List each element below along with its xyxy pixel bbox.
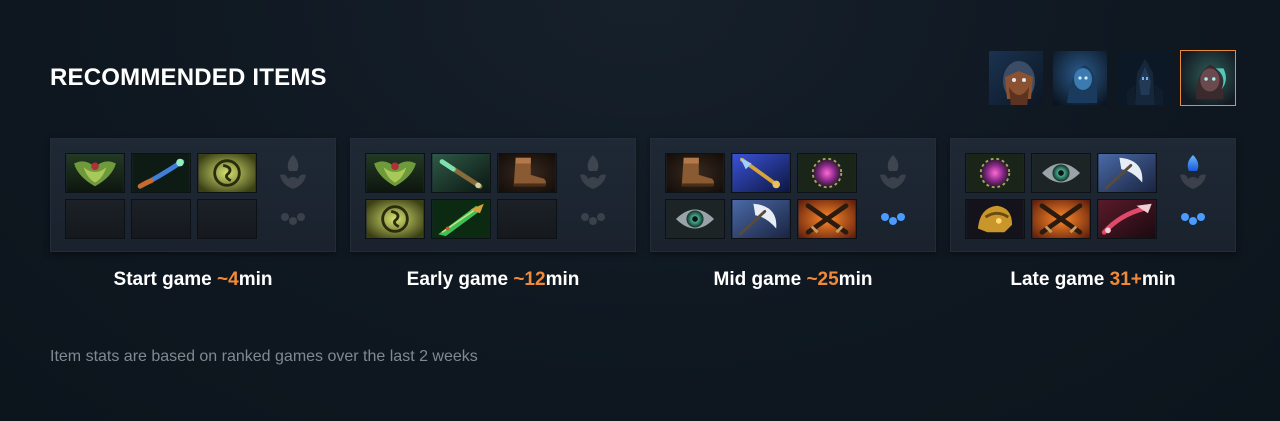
item-build-card [950, 138, 1236, 252]
build-phase: Start game ~4min [50, 138, 336, 291]
phase-time: 31+ [1109, 269, 1142, 290]
item-build-card [50, 138, 336, 252]
item-grid [365, 153, 557, 239]
neutral-tier-dots-icon [1173, 199, 1213, 239]
white-axe-icon[interactable] [731, 199, 791, 239]
hero-selector [988, 50, 1236, 106]
phase-time: ~25 [806, 269, 839, 290]
phase-label: Start game ~4min [50, 269, 336, 291]
hero-portrait-spectral-icon [1181, 51, 1235, 105]
phase-label: Early game ~12min [350, 269, 636, 291]
phase-unit: min [238, 269, 273, 290]
neutral-token-icon [1173, 153, 1213, 193]
white-axe-icon[interactable] [1097, 153, 1157, 193]
build-phase: Late game 31+min [950, 138, 1236, 291]
neutral-tier-dots-icon [873, 199, 913, 239]
phase-name: Late game [1010, 269, 1110, 290]
neutral-item-slots [873, 153, 913, 245]
empty-item-slot [131, 199, 191, 239]
empty-item-slot [497, 199, 557, 239]
neutral-tier-dots-icon [273, 199, 313, 239]
boots-icon[interactable] [497, 153, 557, 193]
green-crest-icon[interactable] [365, 153, 425, 193]
green-wand-icon[interactable] [431, 153, 491, 193]
hero-portrait-dark-icon [1117, 51, 1171, 105]
build-phase: Early game ~12min [350, 138, 636, 291]
phase-unit: min [545, 269, 580, 290]
purple-orb-icon[interactable] [797, 153, 857, 193]
blue-scepter-icon[interactable] [731, 153, 791, 193]
phase-time: ~4 [217, 269, 239, 290]
neutral-token-icon [273, 153, 313, 193]
phase-name: Mid game [713, 269, 807, 290]
crossed-swords-icon[interactable] [1031, 199, 1091, 239]
item-grid [65, 153, 257, 239]
hero-portrait-blue-icon [1053, 51, 1107, 105]
item-build-card [650, 138, 936, 252]
gold-ring-icon[interactable] [365, 199, 425, 239]
neutral-item-slots [573, 153, 613, 245]
hero-tab-3[interactable] [1116, 50, 1172, 106]
green-crest-icon[interactable] [65, 153, 125, 193]
section-title: RECOMMENDED ITEMS [50, 64, 327, 91]
boots-icon[interactable] [665, 153, 725, 193]
purple-orb-icon[interactable] [965, 153, 1025, 193]
build-phases: Start game ~4min Early game ~12min Mid gam… [50, 138, 1236, 291]
gold-ring-icon[interactable] [197, 153, 257, 193]
phase-time: ~12 [513, 269, 546, 290]
item-build-card [350, 138, 636, 252]
gold-helm-icon[interactable] [965, 199, 1025, 239]
item-grid [665, 153, 857, 239]
phase-label: Mid game ~25min [650, 269, 936, 291]
blue-staff-icon[interactable] [131, 153, 191, 193]
hero-tab-2[interactable] [1052, 50, 1108, 106]
neutral-token-icon [573, 153, 613, 193]
hero-portrait-bearded-icon [989, 51, 1043, 105]
neutral-item-slots [273, 153, 313, 245]
phase-unit: min [838, 269, 873, 290]
teal-eye-icon[interactable] [665, 199, 725, 239]
item-grid [965, 153, 1157, 239]
red-whip-icon[interactable] [1097, 199, 1157, 239]
neutral-token-icon [873, 153, 913, 193]
phase-label: Late game 31+min [950, 269, 1236, 291]
neutral-tier-dots-icon [573, 199, 613, 239]
stats-footnote: Item stats are based on ranked games ove… [50, 348, 478, 365]
green-blade-icon[interactable] [431, 199, 491, 239]
teal-eye-icon[interactable] [1031, 153, 1091, 193]
phase-name: Start game [113, 269, 218, 290]
crossed-swords-icon[interactable] [797, 199, 857, 239]
build-phase: Mid game ~25min [650, 138, 936, 291]
phase-name: Early game [406, 269, 514, 290]
phase-unit: min [1141, 269, 1176, 290]
hero-tab-4[interactable] [1180, 50, 1236, 106]
empty-item-slot [197, 199, 257, 239]
hero-tab-1[interactable] [988, 50, 1044, 106]
empty-item-slot [65, 199, 125, 239]
neutral-item-slots [1173, 153, 1213, 245]
